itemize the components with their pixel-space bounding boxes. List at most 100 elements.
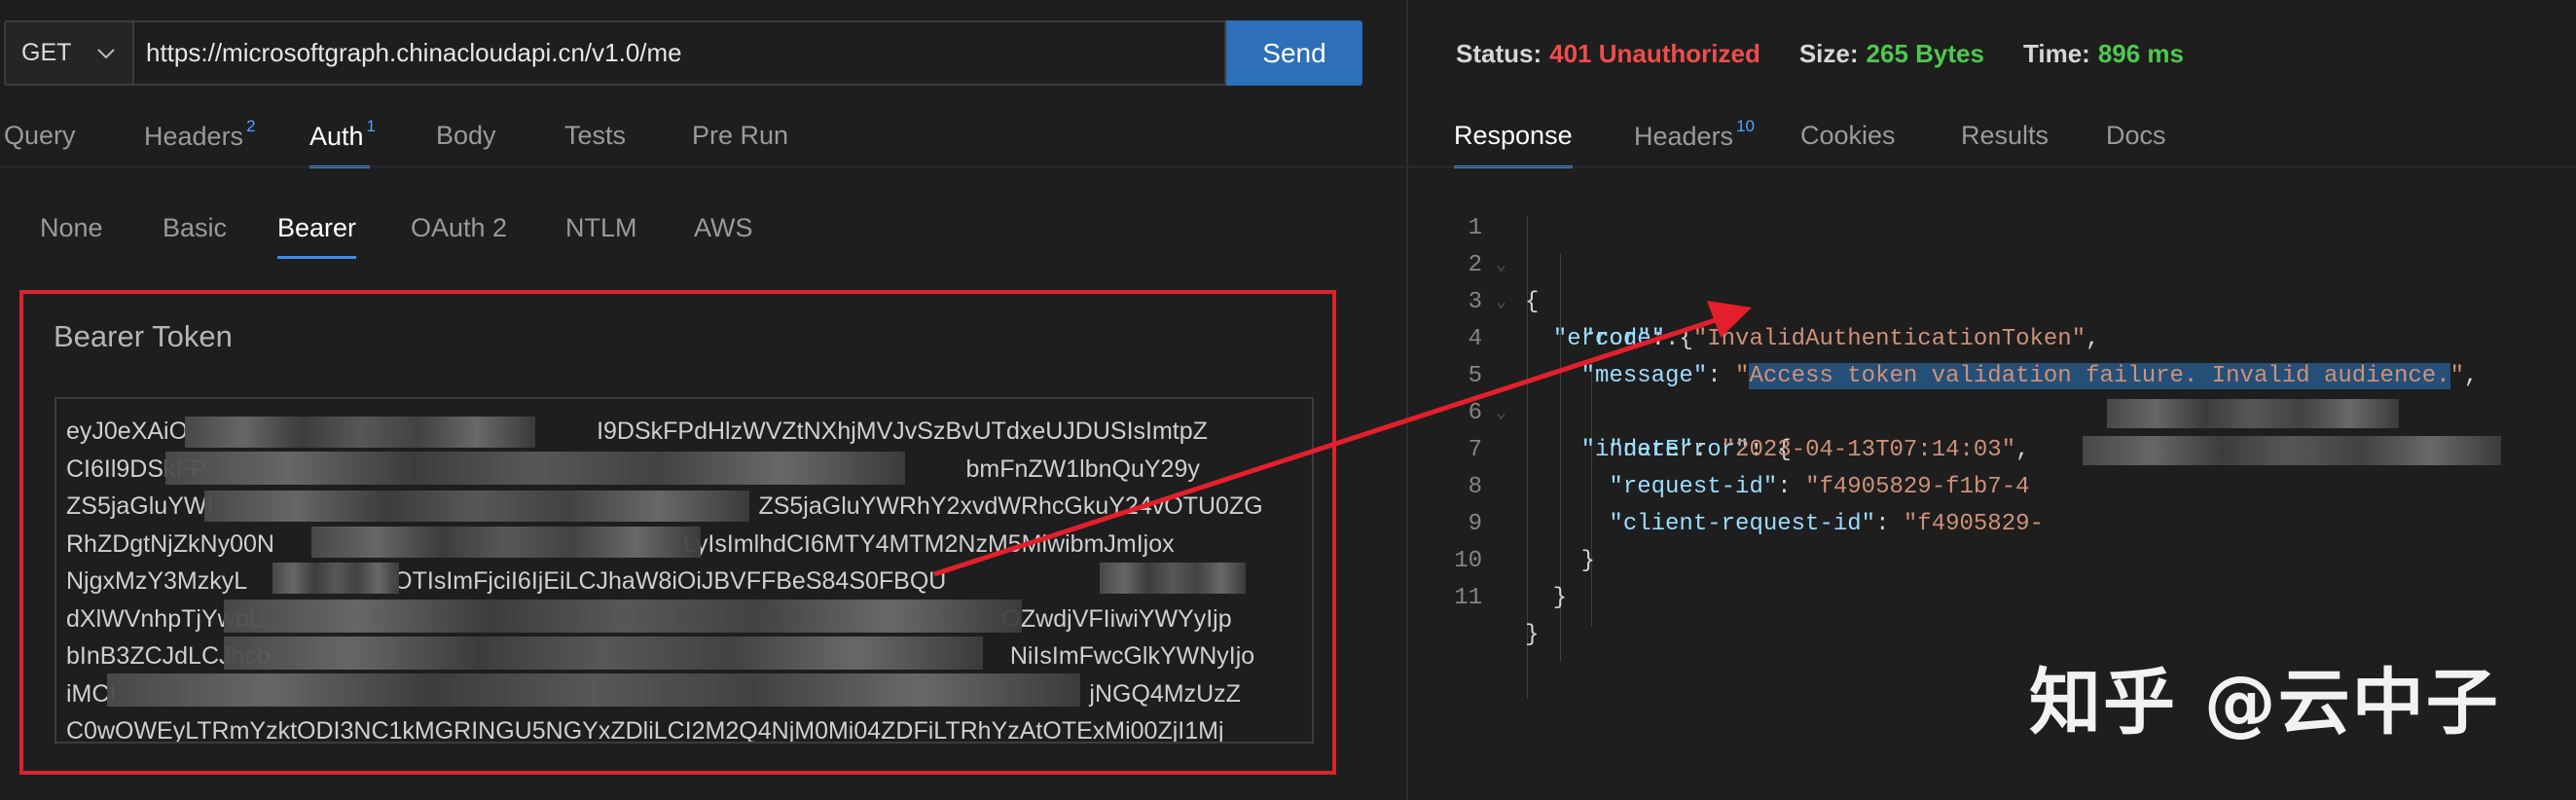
tab-body[interactable]: Body [436,121,496,151]
tab-divider [0,166,1406,167]
tab-auth-label: Auth [309,122,364,151]
tab-body-label: Body [436,121,496,150]
redaction-blur [2107,399,2399,428]
code-line: 10 } [1435,506,1567,611]
error-code-value: InvalidAuthenticationToken [1707,326,2072,352]
tab-cookies[interactable]: Cookies [1800,121,1896,151]
redaction-blur [204,491,749,522]
method-select[interactable]: GET [4,20,132,86]
auth-tab-basic[interactable]: Basic [163,213,227,243]
time-value: 896 ms [2097,39,2185,68]
code-line: 5 ⌄ "innerError": { [1435,321,1792,463]
code-text: "message": "Access token validation fail… [1580,363,2479,389]
redaction-blur [311,527,701,558]
date-value: 2023-04-13T07:14:03 [1735,437,2002,463]
tab-pre-run-label: Pre Run [692,121,789,150]
tab-results-label: Results [1961,121,2050,150]
tab-response-headers[interactable]: Headers 10 [1634,117,1755,152]
tab-cookies-label: Cookies [1800,121,1896,150]
method-label: GET [21,39,72,66]
code-line: 8 "client-request-id": "f4905829- [1435,432,2044,537]
auth-tab-aws[interactable]: AWS [694,213,753,243]
token-line-end: OTIsImFjciI6IjEiLCJhaW8iOiJBVFFBeS84S0FB… [393,567,947,595]
error-message-value: Access token validation failure. Invalid… [1749,363,2450,389]
size-value: 265 Bytes [1866,39,1984,68]
tab-headers[interactable]: Headers 2 [144,117,256,152]
code-text: } [1525,622,1540,648]
code-line: 7 "request-id": "f4905829-f1b7-4 [1435,395,2030,500]
auth-tab-oauth2[interactable]: OAuth 2 [411,213,507,243]
tab-headers-label: Headers [144,122,244,151]
token-line-end: jNGQ4MzUzZ [1089,679,1241,708]
tab-response-label: Response [1454,121,1573,150]
tab-response-headers-badge: 10 [1736,117,1755,135]
code-text: } [1525,548,1596,574]
code-text: "date": "2023-04-13T07:14:03", [1609,437,2030,463]
code-text: "request-id": "f4905829-f1b7-4 [1609,474,2030,500]
token-line-end: I9DSkFPdHlzWVZtNXhjMVJvSzBvUTdxeUJDUSIsI… [597,418,1208,445]
tab-pre-run[interactable]: Pre Run [692,121,788,151]
tab-divider [1408,166,2576,167]
token-line-end: OZwdjVFIiwiYWYyIjp [1001,604,1232,633]
token-line-start: C0wOWEyLTRmYzktODI3NC1kMGRINGU5NGYxZDliL… [66,717,1224,744]
code-line: 4 "message": "Access token validation fa… [1435,284,2478,389]
tab-query[interactable]: Query [4,121,76,151]
redaction-blur [224,600,1022,633]
pane-divider[interactable] [1406,0,1408,800]
tab-tests-label: Tests [564,121,627,150]
tab-headers-badge: 2 [246,117,256,135]
watermark: 知乎 @云中子 [2029,661,2500,745]
token-line-end: NiIsImFwcGlkYWNyIjo [1009,642,1255,670]
bearer-token-title: Bearer Token [54,319,233,353]
redaction-blur [1100,563,1246,594]
redaction-blur [185,417,535,448]
code-line: 9 } [1435,469,1595,574]
client-request-id-value: f4905829- [1917,511,2044,537]
url-input[interactable] [132,20,1226,86]
auth-tab-basic-label: Basic [163,213,228,242]
tab-docs[interactable]: Docs [2106,121,2166,151]
token-line-end: ZS5jaGluYWRhY2xvdWRhcGkuY24vOTU0ZG [758,492,1263,520]
redaction-blur [165,452,905,485]
auth-tab-none[interactable]: None [40,213,103,243]
time-label: Time: [2022,39,2090,68]
redaction-blur [107,673,1080,707]
redaction-blur [272,563,399,594]
response-status-bar: Status: 401 Unauthorized Size: 265 Bytes… [1456,39,2223,69]
redaction-blur [224,636,983,670]
auth-tab-none-label: None [40,213,103,242]
auth-tab-bearer-label: Bearer [277,213,357,242]
code-line: 3 "code": "InvalidAuthenticationToken", [1435,247,2100,352]
tab-docs-label: Docs [2106,121,2166,150]
request-pane: GET Send Query Headers2 Auth1 Body Tests… [0,0,1406,800]
token-line-start: RhZDgtNjZkNy00N [66,529,274,558]
tab-results[interactable]: Results [1961,121,2049,151]
auth-tab-bearer[interactable]: Bearer [277,213,357,259]
url-bar: GET Send [4,20,1362,86]
code-text: { [1525,289,1540,315]
status-value: 401 Unauthorized [1549,39,1760,68]
code-line: 1 ⌄ { [1435,173,1540,315]
code-line: 2 ⌄ "error": { [1435,210,1693,352]
auth-tab-aws-label: AWS [694,213,753,242]
token-line: C0wOWEyLTRmYzktODI3NC1kMGRINGU5NGYxZDliL… [66,712,1302,744]
code-line: 11 } [1435,543,1539,648]
tab-auth-badge: 1 [366,117,377,135]
code-text: "code": "InvalidAuthenticationToken", [1580,326,2100,352]
request-id-value: f4905829-f1b7-4 [1819,474,2030,500]
token-line-end: LyIsImlhdCI6MTY4MTM2NzM5MiwibmJmIjox [682,529,1175,558]
token-line-start: ZS5jaGluYWI [66,492,214,520]
tab-tests[interactable]: Tests [564,121,626,151]
tab-query-label: Query [4,121,76,150]
code-text: "client-request-id": "f4905829- [1609,511,2044,537]
code-line: 6 "date": "2023-04-13T07:14:03", [1435,358,2030,463]
tab-response[interactable]: Response [1454,121,1573,168]
token-line-start: NjgxMzY3MzkyL [66,567,248,595]
chevron-down-icon [97,48,115,58]
tab-auth[interactable]: Auth 1 [309,117,376,168]
auth-tab-ntlm[interactable]: NTLM [565,213,637,243]
active-auth-indicator [277,256,357,259]
send-button[interactable]: Send [1226,20,1362,86]
auth-tab-ntlm-label: NTLM [565,213,637,242]
redaction-blur [2083,436,2501,465]
